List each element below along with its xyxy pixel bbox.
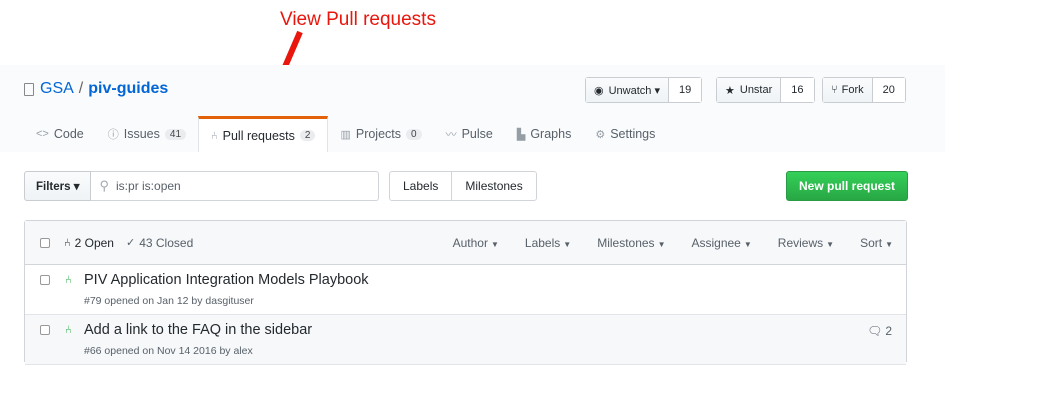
repo-title: GSA / piv-guides xyxy=(24,80,168,98)
watch-count[interactable]: 19 xyxy=(668,78,702,102)
new-pull-request-button[interactable]: New pull request xyxy=(786,171,908,201)
filter-bar: Filters ▾ ⚲ is:pr is:open xyxy=(24,171,380,201)
pull-request-icon: ⑃ xyxy=(64,236,71,249)
gear-icon: ⚙ xyxy=(595,128,606,141)
closed-filter[interactable]: ✓ 43 Closed xyxy=(126,236,193,250)
caret-down-icon: ▼ xyxy=(657,239,666,249)
repo-separator: / xyxy=(78,80,84,97)
eye-icon: ◉ xyxy=(594,84,604,97)
fork-button[interactable]: ⑂ Fork xyxy=(823,78,873,102)
author-dropdown[interactable]: Author ▼ xyxy=(453,236,499,250)
sorters: Author ▼ Labels ▼ Milestones ▼ Assignee ▼ Re… xyxy=(427,221,893,264)
star-group: ★ Unstar 16 xyxy=(716,77,815,103)
open-filter[interactable]: ⑃ 2 Open xyxy=(64,236,114,250)
state-filters: ⑃ 2 Open ✓ 43 Closed xyxy=(64,236,193,250)
assignee-dropdown[interactable]: Assignee ▼ xyxy=(691,236,751,250)
graph-icon: ▙ xyxy=(516,128,526,141)
caret-down-icon: ▼ xyxy=(885,239,893,249)
tab-graphs[interactable]: ▙ Graphs xyxy=(505,116,583,152)
pull-request-title[interactable]: Add a link to the FAQ in the sidebar xyxy=(84,322,312,338)
tab-pulse[interactable]: 〰 Pulse xyxy=(434,116,505,152)
project-icon: ▥ xyxy=(340,128,351,141)
repo-icon xyxy=(24,82,34,96)
watch-group: ◉ Unwatch ▾ 19 xyxy=(585,77,703,103)
milestones-button[interactable]: Milestones xyxy=(452,172,535,200)
list-item: ⑃ Add a link to the FAQ in the sidebar #… xyxy=(25,315,906,365)
projects-counter: 0 xyxy=(406,128,422,140)
pull-request-list: ⑃ 2 Open ✓ 43 Closed Author ▼ Labels ▼ Miles… xyxy=(24,220,907,365)
pull-requests-counter: 2 xyxy=(299,130,316,141)
caret-down-icon: ▼ xyxy=(743,239,752,249)
caret-down-icon: ▼ xyxy=(490,239,499,249)
comment-icon: 🗨 xyxy=(867,324,883,338)
pulse-icon: 〰 xyxy=(445,129,457,141)
search-query: is:pr is:open xyxy=(116,179,181,193)
open-pull-request-icon: ⑃ xyxy=(65,324,72,336)
check-icon: ✓ xyxy=(125,237,136,249)
pull-request-icon: ⑃ xyxy=(211,129,218,142)
pull-request-title[interactable]: PIV Application Integration Models Playb… xyxy=(84,272,369,288)
milestones-dropdown[interactable]: Milestones ▼ xyxy=(597,236,665,250)
annotation-label: View Pull requests xyxy=(280,9,436,30)
open-pull-request-icon: ⑃ xyxy=(65,274,72,286)
star-count[interactable]: 16 xyxy=(781,78,814,102)
issues-counter: 41 xyxy=(164,128,187,140)
fork-icon: ⑂ xyxy=(831,84,838,96)
pull-request-meta: #66 opened on Nov 14 2016 by alex xyxy=(84,345,253,357)
search-icon: ⚲ xyxy=(99,178,110,193)
star-icon: ★ xyxy=(725,84,735,97)
tab-code[interactable]: <> Code xyxy=(24,116,96,152)
code-icon: <> xyxy=(36,128,49,140)
pull-request-meta: #79 opened on Jan 12 by dasgituser xyxy=(84,295,254,307)
sort-dropdown[interactable]: Sort ▼ xyxy=(860,236,893,250)
list-header: ⑃ 2 Open ✓ 43 Closed Author ▼ Labels ▼ Miles… xyxy=(25,221,906,265)
fork-group: ⑂ Fork 20 xyxy=(822,77,906,103)
list-item: ⑃ PIV Application Integration Models Pla… xyxy=(25,265,906,315)
tab-projects[interactable]: ▥ Projects 0 xyxy=(328,116,433,152)
repo-nav: <> Code ⓘ Issues 41 ⑃ Pull requests 2 ▥ … xyxy=(24,116,667,152)
unstar-button[interactable]: ★ Unstar xyxy=(717,78,782,102)
row-checkbox[interactable] xyxy=(40,325,50,335)
tab-issues[interactable]: ⓘ Issues 41 xyxy=(96,116,198,152)
labels-milestones-group: Labels Milestones xyxy=(389,171,537,201)
fork-count[interactable]: 20 xyxy=(872,78,905,102)
caret-down-icon: ▼ xyxy=(563,239,572,249)
labels-button[interactable]: Labels xyxy=(390,172,453,200)
comment-count[interactable]: 🗨 2 xyxy=(867,324,892,338)
unwatch-button[interactable]: ◉ Unwatch ▾ xyxy=(586,78,669,102)
tab-pull-requests[interactable]: ⑃ Pull requests 2 xyxy=(198,116,329,152)
reviews-dropdown[interactable]: Reviews ▼ xyxy=(778,236,834,250)
filters-button[interactable]: Filters ▾ xyxy=(24,171,92,201)
labels-dropdown[interactable]: Labels ▼ xyxy=(525,236,571,250)
repo-owner-link[interactable]: GSA xyxy=(40,80,74,98)
repo-name-link[interactable]: piv-guides xyxy=(88,80,168,98)
issue-icon: ⓘ xyxy=(107,129,119,141)
select-all-checkbox[interactable] xyxy=(40,237,50,248)
row-checkbox[interactable] xyxy=(40,275,50,285)
tab-settings[interactable]: ⚙ Settings xyxy=(583,116,667,152)
search-input[interactable]: ⚲ is:pr is:open xyxy=(91,171,380,201)
caret-down-icon: ▼ xyxy=(826,239,835,249)
